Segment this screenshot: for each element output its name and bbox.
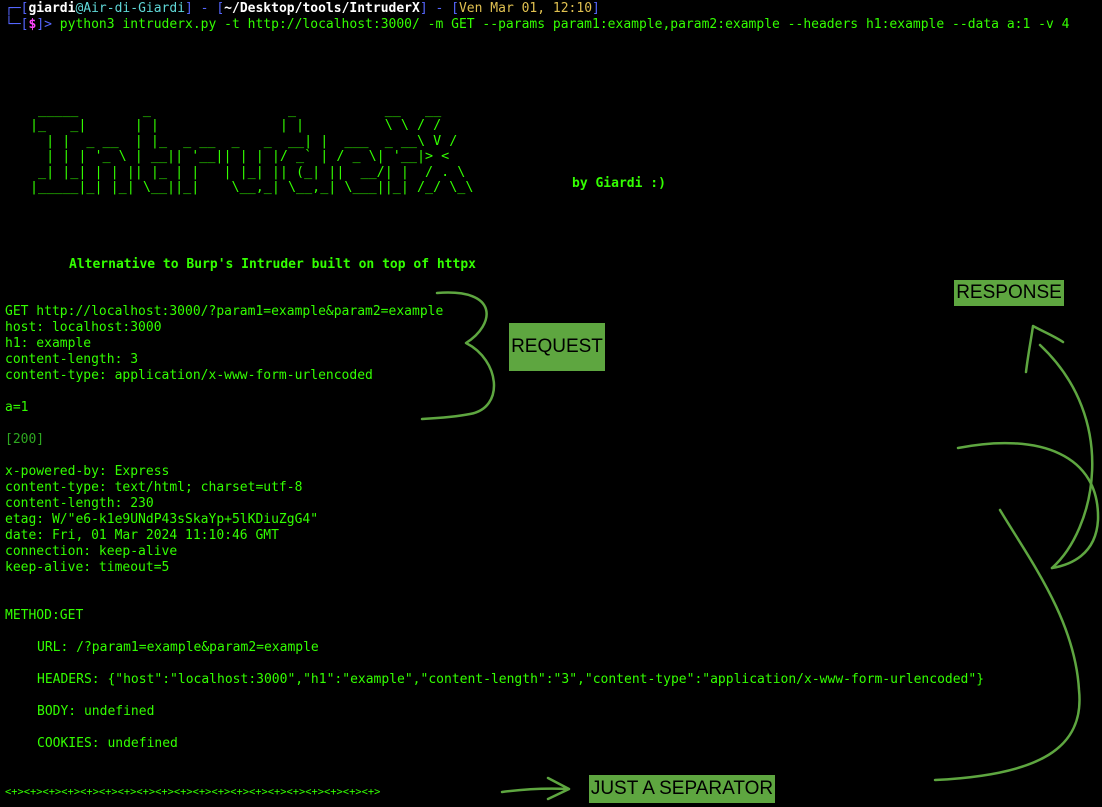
request-line: GET http://localhost:3000/?param1=exampl…	[5, 304, 444, 319]
prompt-user: giardi	[28, 1, 76, 16]
response-header: content-length: 230	[5, 496, 154, 511]
request-header: h1: example	[5, 336, 92, 351]
response-arrow	[1038, 343, 1094, 570]
prompt-date: Ven Mar 01, 12:10	[458, 1, 593, 16]
response-header: keep-alive: timeout=5	[5, 560, 170, 575]
byline: by Giardi :)	[572, 176, 666, 191]
prompt-path: ~/Desktop/tools/IntruderX	[224, 1, 420, 16]
method-line: METHOD:GET	[5, 608, 84, 623]
ascii-banner: _____ _ _ __ __ |_ _| | | | | \ \ / / | …	[30, 103, 474, 196]
url-line: URL: /?param1=example&param2=example	[37, 640, 319, 655]
response-arrowhead	[1024, 324, 1065, 374]
response-header: x-powered-by: Express	[5, 464, 170, 479]
response-curve-upper	[956, 441, 1100, 570]
separator-arrow	[500, 776, 571, 801]
request-header: host: localhost:3000	[5, 320, 162, 335]
prompt-host: Air-di-Giardi	[83, 1, 186, 16]
request-header: content-length: 3	[5, 352, 139, 367]
headers-line: HEADERS: {"host":"localhost:3000","h1":"…	[37, 672, 985, 687]
request-annotation: REQUEST	[509, 323, 605, 371]
request-body: a=1	[5, 400, 29, 415]
prompt-line: ┌─[giardi@Air-di-Giardi] - [~/Desktop/to…	[5, 1, 600, 16]
tagline: Alternative to Burp's Intruder built on …	[69, 257, 476, 272]
command-text: python3 intruderx.py -t http://localhost…	[59, 17, 1070, 32]
response-status: [200]	[5, 432, 45, 447]
cookies-line: COOKIES: undefined	[37, 736, 178, 751]
body-line: BODY: undefined	[37, 704, 155, 719]
separator-annotation: JUST A SEPARATOR	[589, 775, 775, 803]
response-header: connection: keep-alive	[5, 544, 178, 559]
response-header: etag: W/"e6-k1e9UNdP43sSkaYp+5lKDiuZgG4"	[5, 512, 319, 527]
request-header: content-type: application/x-www-form-url…	[5, 368, 373, 383]
command-line: └─[$]> python3 intruderx.py -t http://lo…	[5, 17, 1070, 32]
separator-line: <+><+><+><+><+><+><+><+><+><+><+><+><+><…	[5, 786, 381, 798]
response-header: content-type: text/html; charset=utf-8	[5, 480, 303, 495]
response-annotation: RESPONSE	[954, 280, 1064, 306]
response-curve-lower	[933, 508, 1081, 782]
response-header: date: Fri, 01 Mar 2024 11:10:46 GMT	[5, 528, 279, 543]
